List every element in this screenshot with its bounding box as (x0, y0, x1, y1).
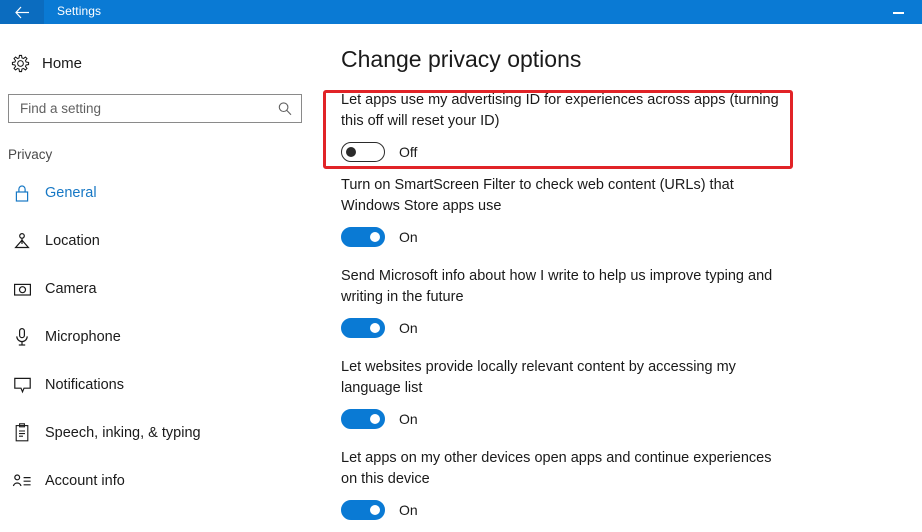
setting-typing-info-toggle[interactable] (341, 318, 385, 338)
sidebar-item-camera-label: Camera (45, 281, 97, 297)
minimize-button[interactable] (876, 0, 920, 24)
gear-icon (10, 53, 30, 73)
setting-continue-experiences: Let apps on my other devices open apps a… (322, 448, 922, 521)
sidebar: Home Privacy General (0, 24, 322, 532)
setting-advertising-id-label: Let apps use my advertising ID for exper… (341, 92, 779, 129)
title-bar: Settings (0, 0, 922, 24)
setting-continue-experiences-toggle-row: On (341, 499, 922, 521)
window-title: Settings (57, 4, 102, 18)
setting-typing-info-toggle-row: On (341, 317, 922, 339)
setting-language-list-label: Let websites provide locally relevant co… (341, 359, 736, 396)
microphone-icon (11, 326, 33, 348)
sidebar-item-location[interactable]: Location (0, 227, 322, 255)
sidebar-item-account-info[interactable]: Account info (0, 467, 322, 495)
location-icon (11, 230, 33, 252)
setting-language-list: Let websites provide locally relevant co… (322, 357, 922, 430)
toggle-knob (370, 323, 380, 333)
sidebar-item-general-label: General (45, 185, 97, 201)
setting-advertising-id-toggle-row: Off (341, 141, 922, 163)
sidebar-item-camera[interactable]: Camera (0, 275, 322, 303)
sidebar-item-microphone-label: Microphone (45, 329, 121, 345)
sidebar-item-home-label: Home (42, 54, 83, 72)
camera-icon (11, 278, 33, 300)
setting-typing-info: Send Microsoft info about how I write to… (322, 266, 922, 339)
sidebar-item-general[interactable]: General (0, 179, 322, 207)
setting-smartscreen-filter-state: On (399, 229, 418, 245)
toggle-knob (370, 232, 380, 242)
page-title: Change privacy options (341, 46, 582, 72)
search-input[interactable] (18, 95, 272, 122)
setting-smartscreen-filter-toggle[interactable] (341, 227, 385, 247)
setting-advertising-id-state: Off (399, 144, 418, 160)
setting-smartscreen-filter-label: Turn on SmartScreen Filter to check web … (341, 177, 734, 214)
back-button[interactable] (0, 0, 44, 24)
back-arrow-icon (14, 6, 30, 19)
account-info-icon (11, 470, 33, 492)
search-icon (277, 101, 293, 117)
setting-continue-experiences-label: Let apps on my other devices open apps a… (341, 450, 772, 487)
clipboard-icon (11, 422, 33, 444)
setting-smartscreen-filter-toggle-row: On (341, 226, 922, 248)
setting-advertising-id: Let apps use my advertising ID for exper… (322, 90, 922, 163)
sidebar-item-speech-inking-typing-label: Speech, inking, & typing (45, 425, 201, 441)
setting-language-list-toggle-row: On (341, 408, 922, 430)
main-content: Change privacy options Let apps use my a… (322, 24, 922, 532)
toggle-knob (370, 414, 380, 424)
lock-icon (11, 182, 33, 204)
sidebar-item-account-info-label: Account info (45, 473, 125, 489)
sidebar-item-notifications[interactable]: Notifications (0, 371, 322, 399)
notification-bubble-icon (11, 374, 33, 396)
setting-language-list-toggle[interactable] (341, 409, 385, 429)
setting-smartscreen-filter: Turn on SmartScreen Filter to check web … (322, 175, 922, 248)
settings-list: Let apps use my advertising ID for exper… (322, 90, 922, 532)
setting-continue-experiences-toggle[interactable] (341, 500, 385, 520)
setting-advertising-id-toggle[interactable] (341, 142, 385, 162)
setting-continue-experiences-state: On (399, 502, 418, 518)
minimize-icon (892, 11, 904, 13)
toggle-knob (346, 147, 356, 157)
search-box[interactable] (8, 94, 302, 123)
sidebar-item-location-label: Location (45, 233, 100, 249)
sidebar-item-microphone[interactable]: Microphone (0, 323, 322, 351)
sidebar-item-notifications-label: Notifications (45, 377, 124, 393)
sidebar-item-speech-inking-typing[interactable]: Speech, inking, & typing (0, 419, 322, 447)
setting-typing-info-state: On (399, 320, 418, 336)
toggle-knob (370, 505, 380, 515)
sidebar-item-home[interactable]: Home (0, 46, 300, 80)
sidebar-nav-list: General Location Camera Microphone Notif… (0, 179, 322, 515)
sidebar-section-title: Privacy (8, 147, 53, 162)
setting-typing-info-label: Send Microsoft info about how I write to… (341, 268, 773, 305)
setting-language-list-state: On (399, 411, 418, 427)
